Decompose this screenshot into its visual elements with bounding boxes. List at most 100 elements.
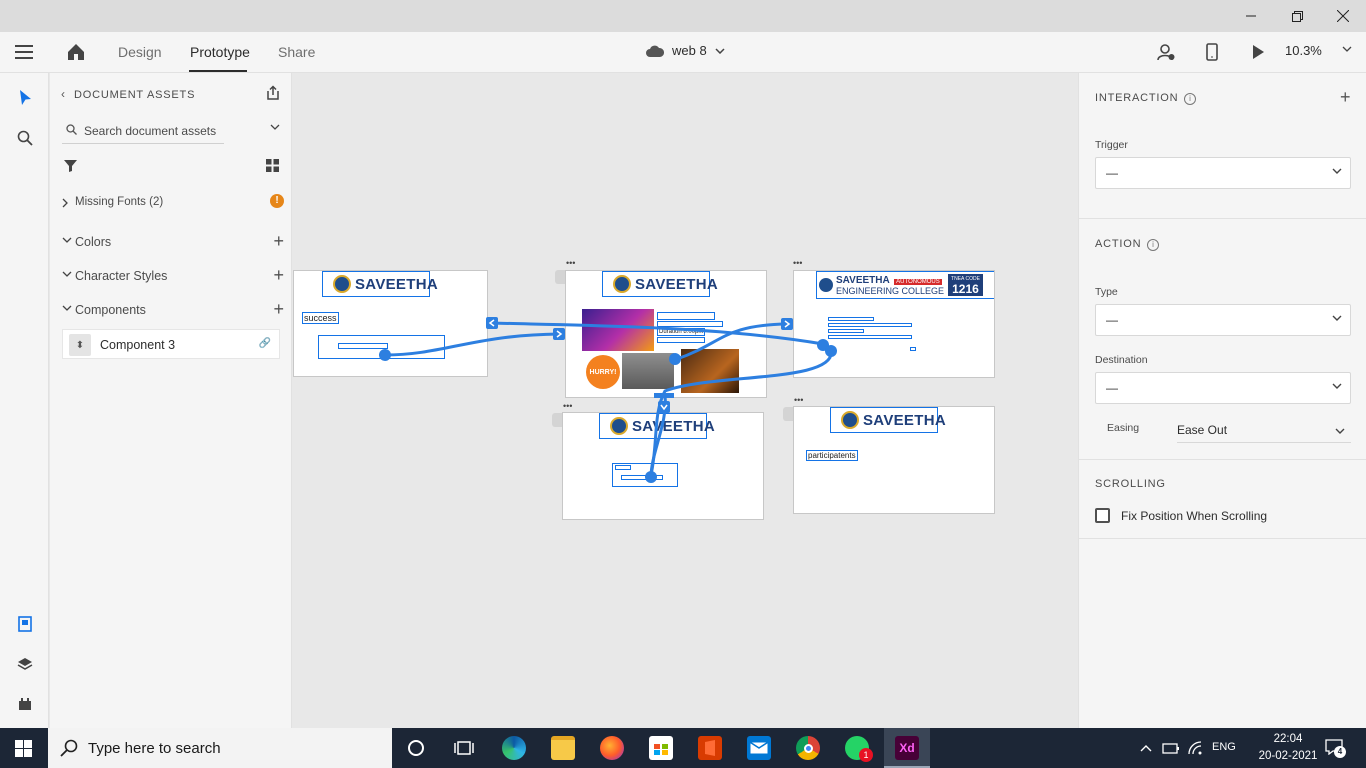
menu-icon[interactable] [15,45,33,59]
chevron-down-icon [715,47,725,54]
firefox-icon[interactable] [600,736,624,760]
divider [1079,459,1366,460]
user-share-icon[interactable] [1156,42,1176,62]
wire-college-to-registration [649,349,833,476]
wifi-icon[interactable] [1188,741,1204,755]
cloud-icon [646,45,664,57]
character-styles-section[interactable]: Character Styles + [62,265,284,287]
close-icon [1337,10,1349,22]
back-chevron-icon[interactable]: ‹ [61,87,65,101]
search-icon [17,130,33,146]
wire-arrow-icon [486,317,498,329]
windows-taskbar: Type here to search 1 Xd ENG 22:04 20-02… [0,728,1366,768]
task-view-icon[interactable] [452,736,476,760]
zoom-tool[interactable] [14,127,36,149]
destination-label: Destination [1095,354,1148,366]
wire-anchor-icon [645,471,657,483]
whatsapp-icon[interactable]: 1 [845,736,873,762]
taskbar-search[interactable]: Type here to search [48,728,392,768]
clock-time: 22:04 [1273,733,1303,745]
device-preview-icon[interactable] [1202,42,1222,62]
cortana-icon[interactable] [404,736,428,760]
missing-fonts-section[interactable]: Missing Fonts (2) ! [62,194,284,214]
file-explorer-icon[interactable] [551,736,575,760]
document-title[interactable]: web 8 [646,43,725,58]
pointer-icon [20,90,31,105]
assets-panel-toggle[interactable] [14,613,36,635]
plugins-panel-toggle[interactable] [14,693,36,715]
chrome-icon[interactable] [796,736,820,760]
minimize-button[interactable] [1228,0,1274,32]
chevron-down-icon[interactable] [270,124,280,130]
clock[interactable]: 22:04 20-02-2021 [1258,731,1318,765]
edge-browser-icon[interactable] [502,736,526,760]
add-component-icon[interactable]: + [273,299,284,320]
notification-count: 4 [1334,746,1346,758]
tab-design[interactable]: Design [118,44,162,60]
trigger-dropdown[interactable]: — [1095,157,1351,189]
type-dropdown[interactable]: — [1095,304,1351,336]
destination-dropdown[interactable]: — [1095,372,1351,404]
divider [1079,538,1366,539]
taskbar-search-input[interactable]: Type here to search [88,740,221,757]
design-canvas[interactable]: SAVEETHA success ••• SAVEETHA Duration 8… [293,73,1078,728]
battery-icon[interactable] [1162,741,1180,755]
link-icon: 🔗 [258,338,271,349]
interaction-section-title: INTERACTION i [1095,92,1197,105]
windows-start-icon[interactable] [15,740,32,757]
layers-icon [17,658,33,670]
add-color-icon[interactable]: + [273,231,284,252]
close-button[interactable] [1320,0,1366,32]
wire-anchor-icon [379,349,391,361]
select-tool[interactable] [14,87,36,109]
active-tab-indicator [189,70,247,72]
office-icon[interactable] [698,736,722,760]
fix-position-checkbox[interactable] [1095,508,1110,523]
document-assets-panel: ‹ DOCUMENT ASSETS Search document assets… [50,73,292,728]
components-section[interactable]: Components + [62,299,284,321]
asset-search[interactable]: Search document assets [62,119,280,144]
fix-position-label: Fix Position When Scrolling [1121,509,1268,523]
minimize-icon [1246,15,1256,17]
component-thumbnail-icon: ⬍ [69,334,91,356]
easing-dropdown[interactable]: Ease Out [1177,419,1351,443]
document-name: web 8 [672,43,707,58]
info-icon: i [1147,239,1160,251]
easing-label: Easing [1107,422,1140,434]
wire-anchor-icon [825,345,837,357]
add-interaction-icon[interactable]: + [1340,87,1351,108]
prototype-wires [379,317,837,483]
notification-center-icon[interactable]: 4 [1325,739,1346,758]
store-icon[interactable] [649,736,673,760]
component-name: Component 3 [100,338,176,352]
mail-icon[interactable] [747,736,771,760]
tab-prototype[interactable]: Prototype [190,44,250,60]
search-icon [66,124,77,135]
search-input[interactable]: Search document assets [84,124,216,138]
colors-label: Colors [75,235,112,249]
restore-icon [1291,10,1303,22]
component-list-item[interactable]: ⬍ Component 3 🔗 [62,329,280,359]
play-preview-icon[interactable] [1248,42,1268,62]
restore-button[interactable] [1274,0,1320,32]
tab-share[interactable]: Share [278,44,315,60]
home-icon[interactable] [66,42,86,62]
chevron-right-icon [62,198,68,208]
adobe-xd-icon[interactable]: Xd [895,736,919,760]
character-styles-label: Character Styles [75,269,168,283]
assets-title: DOCUMENT ASSETS [74,89,196,101]
layers-panel-toggle[interactable] [14,653,36,675]
zoom-chevron-icon[interactable] [1342,46,1352,52]
chevron-up-icon[interactable] [1140,744,1152,752]
export-icon[interactable] [265,85,281,101]
filter-icon[interactable] [64,159,77,172]
search-underline [62,143,224,144]
language-indicator[interactable]: ENG [1212,741,1236,753]
zoom-level[interactable]: 10.3% [1285,43,1322,58]
chevron-down-icon [62,237,72,243]
wire-arrow-icon [553,328,565,340]
wire-connector-icon [654,393,674,398]
add-character-style-icon[interactable]: + [273,265,284,286]
colors-section[interactable]: Colors + [62,231,284,253]
grid-view-icon[interactable] [266,159,279,172]
